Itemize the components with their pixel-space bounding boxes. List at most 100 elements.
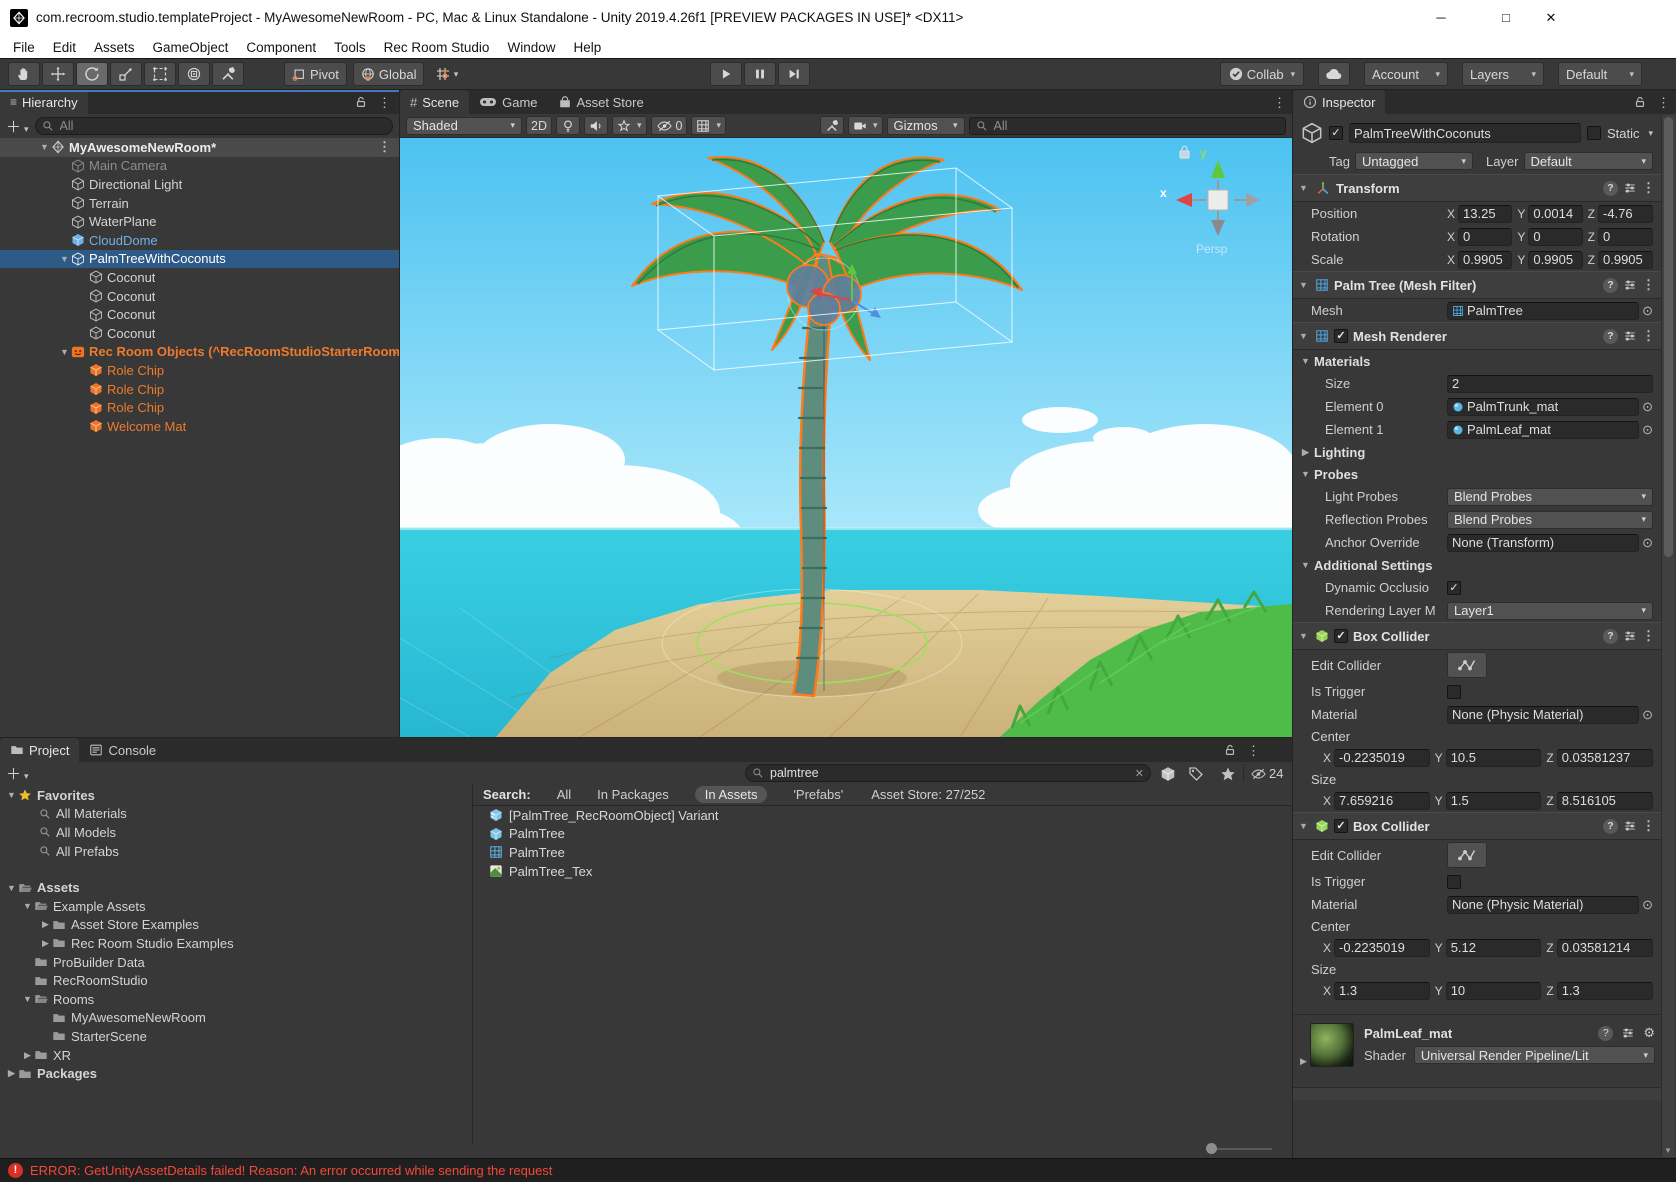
help-icon[interactable]: ?	[1603, 819, 1618, 834]
shading-mode-dropdown[interactable]: Shaded	[406, 117, 522, 135]
hierarchy-item-coconut[interactable]: Coconut	[0, 305, 399, 324]
foldout-closed-icon[interactable]: ▶	[1297, 1056, 1310, 1067]
tab-game[interactable]: Game	[469, 90, 547, 114]
rotation-x-field[interactable]: 0	[1458, 228, 1512, 246]
foldout-open-icon[interactable]: ▼	[58, 254, 71, 264]
component-tools-button[interactable]	[820, 116, 844, 135]
scope-asset-store[interactable]: Asset Store: 27/252	[871, 787, 985, 802]
inspector-scrollbar[interactable]: ▼	[1661, 115, 1675, 1157]
scene-grid-dropdown[interactable]: ▾	[691, 116, 726, 135]
presets-icon[interactable]	[1623, 329, 1637, 343]
hierarchy-search-input[interactable]	[58, 118, 386, 134]
more-icon[interactable]: ⋮	[1642, 818, 1655, 834]
hierarchy-item-role-chip[interactable]: Role Chip	[0, 398, 399, 417]
dynamic-occlusion-checkbox[interactable]	[1447, 581, 1461, 595]
2d-toggle[interactable]: 2D	[526, 116, 552, 135]
static-dropdown-arrow-icon[interactable]: ▾	[1648, 128, 1653, 139]
presets-icon[interactable]	[1621, 1026, 1635, 1040]
component-enabled-checkbox[interactable]	[1334, 819, 1348, 833]
scene-audio-toggle[interactable]	[584, 116, 608, 135]
tab-inspector[interactable]: Inspector	[1293, 90, 1385, 114]
hierarchy-item-welcome-mat[interactable]: Welcome Mat	[0, 417, 399, 436]
foldout-open-icon[interactable]: ▼	[1297, 821, 1310, 831]
tree-rec-room-studio-examples[interactable]: ▶Rec Room Studio Examples	[0, 934, 470, 953]
center-x-field[interactable]: -0.2235019	[1334, 939, 1430, 957]
materials-foldout[interactable]: ▼Materials	[1293, 350, 1661, 372]
scene-lighting-toggle[interactable]	[556, 116, 580, 135]
more-icon[interactable]: ⋮	[1642, 628, 1655, 644]
lock-icon[interactable]	[354, 95, 368, 109]
menu-help[interactable]: Help	[564, 40, 610, 55]
scope-all[interactable]: All	[557, 787, 571, 802]
light-probes-dropdown[interactable]: Blend Probes	[1447, 488, 1653, 506]
anchor-override-field[interactable]: None (Transform)	[1447, 534, 1639, 552]
size-x-field[interactable]: 7.659216	[1334, 792, 1430, 810]
tree-starterscene[interactable]: StarterScene	[0, 1027, 470, 1046]
rotation-z-field[interactable]: 0	[1598, 228, 1653, 246]
hierarchy-item-clouddome[interactable]: CloudDome	[0, 231, 399, 250]
hidden-objects-button[interactable]: 0	[651, 116, 688, 135]
material-thumbnail[interactable]	[1310, 1023, 1354, 1067]
hierarchy-item-waterplane[interactable]: WaterPlane	[0, 212, 399, 231]
foldout-open-icon[interactable]: ▼	[1297, 631, 1310, 641]
help-icon[interactable]: ?	[1598, 1026, 1613, 1041]
collab-dropdown[interactable]: Collab▾	[1220, 62, 1304, 86]
tree-probuilder-data[interactable]: ProBuilder Data	[0, 953, 470, 972]
presets-icon[interactable]	[1623, 181, 1637, 195]
result-palmtree-recroomobject-variant[interactable]: [PalmTree_RecRoomObject] Variant	[473, 806, 1292, 825]
favorite-all-materials[interactable]: All Materials	[0, 805, 470, 824]
foldout-open-icon[interactable]: ▼	[1297, 331, 1310, 341]
menu-recroomstudio[interactable]: Rec Room Studio	[375, 40, 499, 55]
tab-project[interactable]: Project	[0, 738, 79, 762]
favorites-row[interactable]: ▼Favorites	[0, 786, 470, 805]
panel-menu-icon[interactable]: ⋮	[1657, 95, 1670, 111]
create-asset-button[interactable]: ＋▾	[6, 763, 29, 784]
panel-menu-icon[interactable]: ⋮	[1273, 95, 1286, 111]
menu-assets[interactable]: Assets	[85, 40, 144, 55]
tab-console[interactable]: Console	[79, 738, 166, 762]
tree-recroomstudio[interactable]: RecRoomStudio	[0, 971, 470, 990]
static-checkbox[interactable]	[1587, 126, 1601, 140]
pause-button[interactable]	[744, 62, 776, 86]
materials-size-field[interactable]: 2	[1447, 375, 1653, 393]
object-picker-icon[interactable]: ⊙	[1642, 535, 1653, 551]
add-object-button[interactable]: ＋▾	[6, 116, 29, 137]
edit-collider-button[interactable]	[1447, 652, 1487, 678]
gameobject-name-field[interactable]: PalmTreeWithCoconuts	[1349, 123, 1581, 143]
favorite-all-models[interactable]: All Models	[0, 823, 470, 842]
hierarchy-item-terrain[interactable]: Terrain	[0, 194, 399, 213]
tree-rooms[interactable]: ▼Rooms	[0, 990, 470, 1009]
rotation-y-field[interactable]: 0	[1528, 228, 1582, 246]
object-picker-icon[interactable]: ⊙	[1642, 707, 1653, 723]
custom-tools-button[interactable]	[212, 62, 244, 86]
tree-myawesomenewroom[interactable]: MyAwesomeNewRoom	[0, 1009, 470, 1028]
scale-y-field[interactable]: 0.9905	[1528, 251, 1582, 269]
hierarchy-search[interactable]	[35, 117, 393, 135]
element1-field[interactable]: PalmLeaf_mat	[1447, 421, 1639, 439]
scale-x-field[interactable]: 0.9905	[1458, 251, 1512, 269]
help-icon[interactable]: ?	[1603, 278, 1618, 293]
layers-dropdown[interactable]: Layers▾	[1462, 62, 1544, 86]
close-button[interactable]: ✕	[1534, 6, 1568, 30]
layer-dropdown[interactable]: Default	[1524, 152, 1654, 170]
cloud-button[interactable]	[1318, 62, 1350, 86]
save-search-star-icon[interactable]	[1220, 766, 1236, 782]
foldout-open-icon[interactable]: ▼	[38, 142, 51, 152]
help-icon[interactable]: ?	[1603, 629, 1618, 644]
minimize-button[interactable]: ─	[1424, 6, 1458, 30]
position-x-field[interactable]: 13.25	[1458, 205, 1512, 223]
component-header-box-collider-1[interactable]: ▼ Box Collider ? ⋮	[1293, 622, 1661, 650]
tree-packages[interactable]: ▶Packages	[0, 1064, 470, 1083]
position-y-field[interactable]: 0.0014	[1528, 205, 1582, 223]
favorite-all-prefabs[interactable]: All Prefabs	[0, 842, 470, 861]
hidden-packages-eye-icon[interactable]	[1250, 767, 1267, 781]
maximize-button[interactable]: □	[1489, 6, 1523, 30]
menu-tools[interactable]: Tools	[325, 40, 375, 55]
more-icon[interactable]: ⋮	[1642, 277, 1655, 293]
position-z-field[interactable]: -4.76	[1598, 205, 1653, 223]
scene-camera-dropdown[interactable]: ▾	[848, 116, 883, 135]
lock-icon[interactable]	[1223, 743, 1237, 757]
probes-foldout[interactable]: ▼Probes	[1293, 463, 1661, 485]
menu-file[interactable]: File	[4, 40, 44, 55]
physic-material-field[interactable]: None (Physic Material)	[1447, 896, 1639, 914]
